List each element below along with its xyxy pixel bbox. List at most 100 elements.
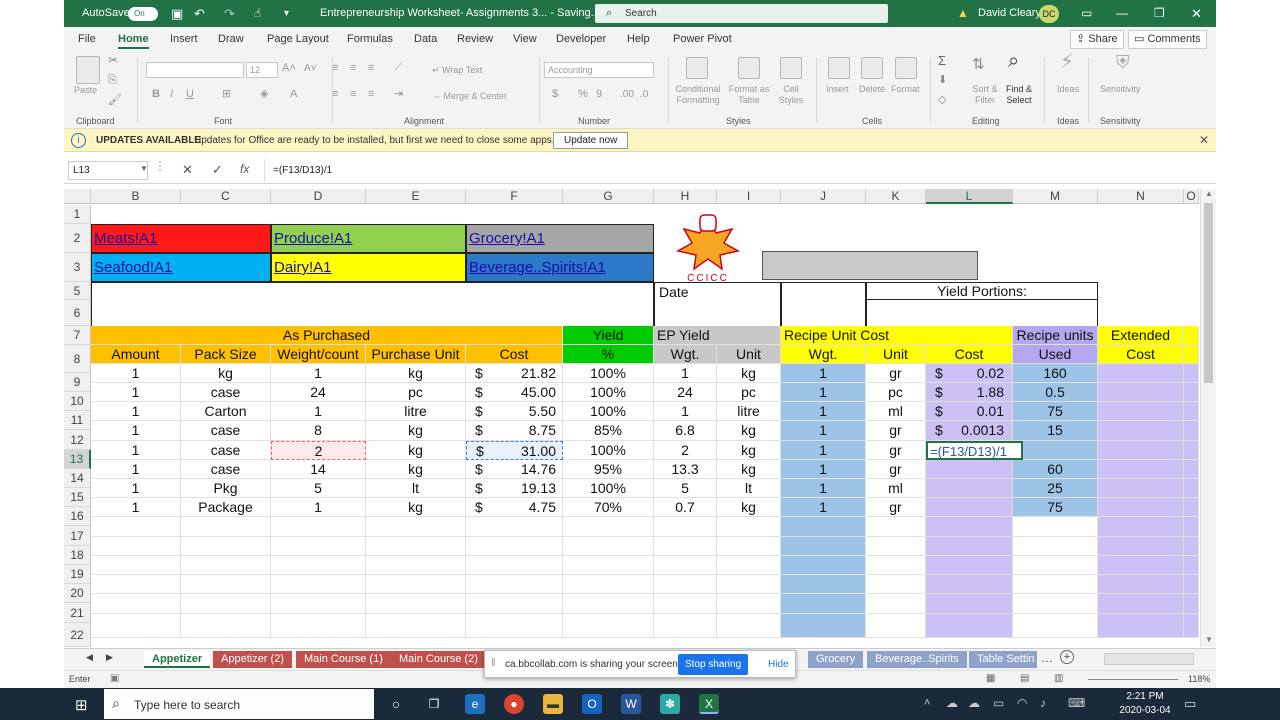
cell-units-used[interactable]: 75 bbox=[1013, 498, 1098, 517]
settings-app-icon[interactable]: ✽ bbox=[660, 694, 680, 714]
recipe-units-header[interactable]: Recipe units bbox=[1013, 326, 1098, 345]
empty-cell[interactable] bbox=[1098, 614, 1184, 638]
align-middle-icon[interactable]: ≡ bbox=[350, 63, 356, 74]
format-cells-label[interactable]: Format bbox=[891, 84, 920, 95]
empty-cell[interactable] bbox=[271, 517, 366, 537]
empty-cell[interactable] bbox=[1013, 556, 1098, 575]
empty-cell[interactable] bbox=[1184, 517, 1199, 537]
wrap-text-button[interactable]: ↵ Wrap Text bbox=[432, 65, 482, 76]
outlook-icon[interactable]: O bbox=[582, 694, 602, 714]
cell-ep-weight[interactable]: 13.3 bbox=[654, 460, 717, 479]
notifications-icon[interactable]: ▭ bbox=[1184, 696, 1196, 712]
autosave-toggle[interactable]: On bbox=[128, 7, 158, 21]
link-seafood[interactable]: Seafood!A1 bbox=[91, 253, 271, 282]
excel-icon[interactable]: X bbox=[699, 694, 719, 714]
cell-recipe-cost[interactable]: $0.01 bbox=[926, 402, 1013, 421]
row-header-14[interactable]: 14 bbox=[64, 469, 91, 488]
cell-amount[interactable]: 1 bbox=[91, 441, 181, 460]
yield-portions-label[interactable]: Yield Portions: bbox=[866, 282, 1098, 300]
volume-icon[interactable]: ♪ bbox=[1040, 696, 1046, 710]
menu-formulas[interactable]: Formulas bbox=[347, 33, 393, 45]
cell-amount[interactable]: 1 bbox=[91, 402, 181, 421]
empty-cell[interactable] bbox=[654, 517, 717, 537]
document-title[interactable]: Entrepreneurship Worksheet- Assignments … bbox=[320, 0, 608, 27]
column-header-m[interactable]: M bbox=[1013, 189, 1098, 204]
menu-view[interactable]: View bbox=[513, 33, 537, 45]
bold-icon[interactable]: B bbox=[152, 89, 160, 100]
column-header-b[interactable]: B bbox=[91, 189, 181, 204]
column-header-l[interactable]: L bbox=[926, 189, 1013, 204]
cell-yield[interactable]: 100% bbox=[563, 364, 654, 383]
close-update-icon[interactable]: ✕ bbox=[1199, 133, 1209, 147]
comma-icon[interactable]: 9 bbox=[596, 89, 602, 100]
cell-cost[interactable]: $4.75 bbox=[466, 498, 563, 517]
stop-sharing-button[interactable]: Stop sharing bbox=[678, 654, 749, 675]
clear-icon[interactable]: ◇ bbox=[938, 95, 946, 106]
empty-cell[interactable] bbox=[466, 614, 563, 638]
clipboard-icon[interactable] bbox=[76, 56, 100, 84]
empty-cell[interactable] bbox=[781, 575, 866, 594]
vertical-scrollbar[interactable]: ▲ ▼ bbox=[1200, 189, 1216, 647]
empty-cell[interactable] bbox=[466, 556, 563, 575]
empty-cell[interactable] bbox=[563, 594, 654, 614]
row-header-5[interactable]: 5 bbox=[64, 282, 91, 300]
hide-button[interactable]: Hide bbox=[768, 659, 789, 670]
header-wgt[interactable]: Wgt. bbox=[654, 345, 717, 364]
empty-cell[interactable] bbox=[654, 594, 717, 614]
header-unit[interactable]: Unit bbox=[717, 345, 781, 364]
cell-recipe-weight[interactable]: 1 bbox=[781, 402, 866, 421]
cell-recipe-weight[interactable]: 1 bbox=[781, 364, 866, 383]
empty-cell[interactable] bbox=[271, 614, 366, 638]
horizontal-scrollbar[interactable] bbox=[1104, 653, 1194, 665]
empty-cell[interactable] bbox=[466, 537, 563, 556]
row-header-16[interactable]: 16 bbox=[64, 507, 91, 526]
cell-recipe-weight[interactable]: 1 bbox=[781, 460, 866, 479]
empty-cell[interactable] bbox=[717, 594, 781, 614]
gray-input-box[interactable] bbox=[762, 251, 978, 280]
row-header-2[interactable]: 2 bbox=[64, 224, 91, 253]
link-dairy[interactable]: Dairy!A1 bbox=[271, 253, 466, 282]
empty-cell[interactable] bbox=[271, 556, 366, 575]
cell-pack-size[interactable]: case bbox=[181, 460, 271, 479]
touch-mode-icon[interactable]: ☝ bbox=[254, 0, 261, 27]
column-header-k[interactable]: K bbox=[866, 189, 926, 204]
empty-cell[interactable] bbox=[866, 537, 926, 556]
spreadsheet-grid[interactable]: B C D E F G H I J K L M N O 1 2 3 5 6 7 8 9 10 11 12 13 14 15 16 17 18… bbox=[64, 189, 1199, 647]
warning-icon[interactable]: ▲ bbox=[957, 0, 969, 27]
empty-cell[interactable] bbox=[563, 537, 654, 556]
header-used[interactable]: Used bbox=[1013, 345, 1098, 364]
cell-recipe-unit[interactable]: gr bbox=[866, 498, 926, 517]
font-size-box[interactable]: 12 bbox=[246, 62, 278, 78]
add-sheet-icon[interactable]: + bbox=[1060, 650, 1074, 664]
word-icon[interactable]: W bbox=[621, 694, 641, 714]
column-header-j[interactable]: J bbox=[781, 189, 866, 204]
cell-pack-size[interactable]: case bbox=[181, 441, 271, 460]
comments-button[interactable]: ▭ Comments bbox=[1128, 30, 1207, 49]
autosum-icon[interactable]: Σ bbox=[938, 54, 946, 67]
column-header-f[interactable]: F bbox=[466, 189, 563, 204]
avatar[interactable]: DC bbox=[1039, 5, 1059, 23]
as-purchased-header[interactable]: As Purchased bbox=[91, 326, 563, 345]
row-header-17[interactable]: 17 bbox=[64, 526, 91, 546]
empty-cell[interactable] bbox=[1013, 614, 1098, 638]
cell-pack-size[interactable]: kg bbox=[181, 364, 271, 383]
cell[interactable] bbox=[1184, 441, 1199, 460]
row-header-8[interactable]: 8 bbox=[64, 345, 91, 373]
minimize-icon[interactable]: — bbox=[1116, 0, 1128, 27]
cell-yield[interactable]: 100% bbox=[563, 383, 654, 402]
empty-cell[interactable] bbox=[181, 614, 271, 638]
link-produce[interactable]: Produce!A1 bbox=[271, 224, 466, 253]
cell-extended-cost[interactable] bbox=[1098, 364, 1184, 383]
cell-ep-unit[interactable]: kg bbox=[717, 498, 781, 517]
empty-cell[interactable] bbox=[271, 594, 366, 614]
cell-weight-count[interactable]: 14 bbox=[271, 460, 366, 479]
extended-header[interactable]: Extended bbox=[1098, 326, 1184, 345]
cell-yield[interactable]: 85% bbox=[563, 421, 654, 441]
cell-cost[interactable]: $5.50 bbox=[466, 402, 563, 421]
column-header-e[interactable]: E bbox=[366, 189, 466, 204]
percent-icon[interactable]: % bbox=[578, 89, 588, 100]
cell-purchase-unit[interactable]: litre bbox=[366, 402, 466, 421]
header-ext-cost[interactable]: Cost bbox=[1098, 345, 1184, 364]
empty-cell[interactable] bbox=[466, 517, 563, 537]
cortana-icon[interactable]: ○ bbox=[386, 694, 406, 714]
